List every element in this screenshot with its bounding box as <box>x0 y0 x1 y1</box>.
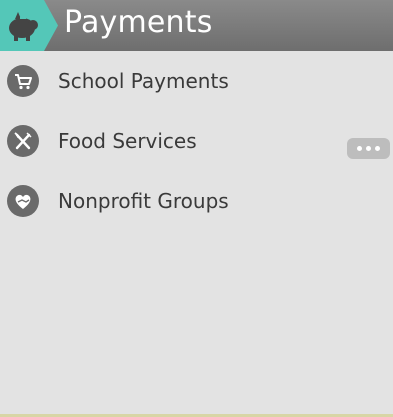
menu-item-school-payments[interactable]: School Payments <box>0 51 393 111</box>
more-dots-icon <box>366 146 371 151</box>
cart-icon <box>7 65 39 97</box>
fork-knife-icon <box>7 125 39 157</box>
menu-item-label: Food Services <box>58 129 197 153</box>
more-options-button[interactable] <box>347 138 390 159</box>
more-dots-icon <box>357 146 362 151</box>
piggy-bank-icon <box>0 0 58 51</box>
menu-item-label: Nonprofit Groups <box>58 189 229 213</box>
page-title: Payments <box>64 5 213 40</box>
menu-item-label: School Payments <box>58 69 229 93</box>
page-header: Payments <box>0 0 393 51</box>
menu-item-food-services[interactable]: Food Services <box>0 111 393 171</box>
menu-item-nonprofit-groups[interactable]: Nonprofit Groups <box>0 171 393 231</box>
heart-hand-icon <box>7 185 39 217</box>
more-dots-icon <box>375 146 380 151</box>
payments-menu: School Payments Food Services Nonprofit … <box>0 51 393 231</box>
